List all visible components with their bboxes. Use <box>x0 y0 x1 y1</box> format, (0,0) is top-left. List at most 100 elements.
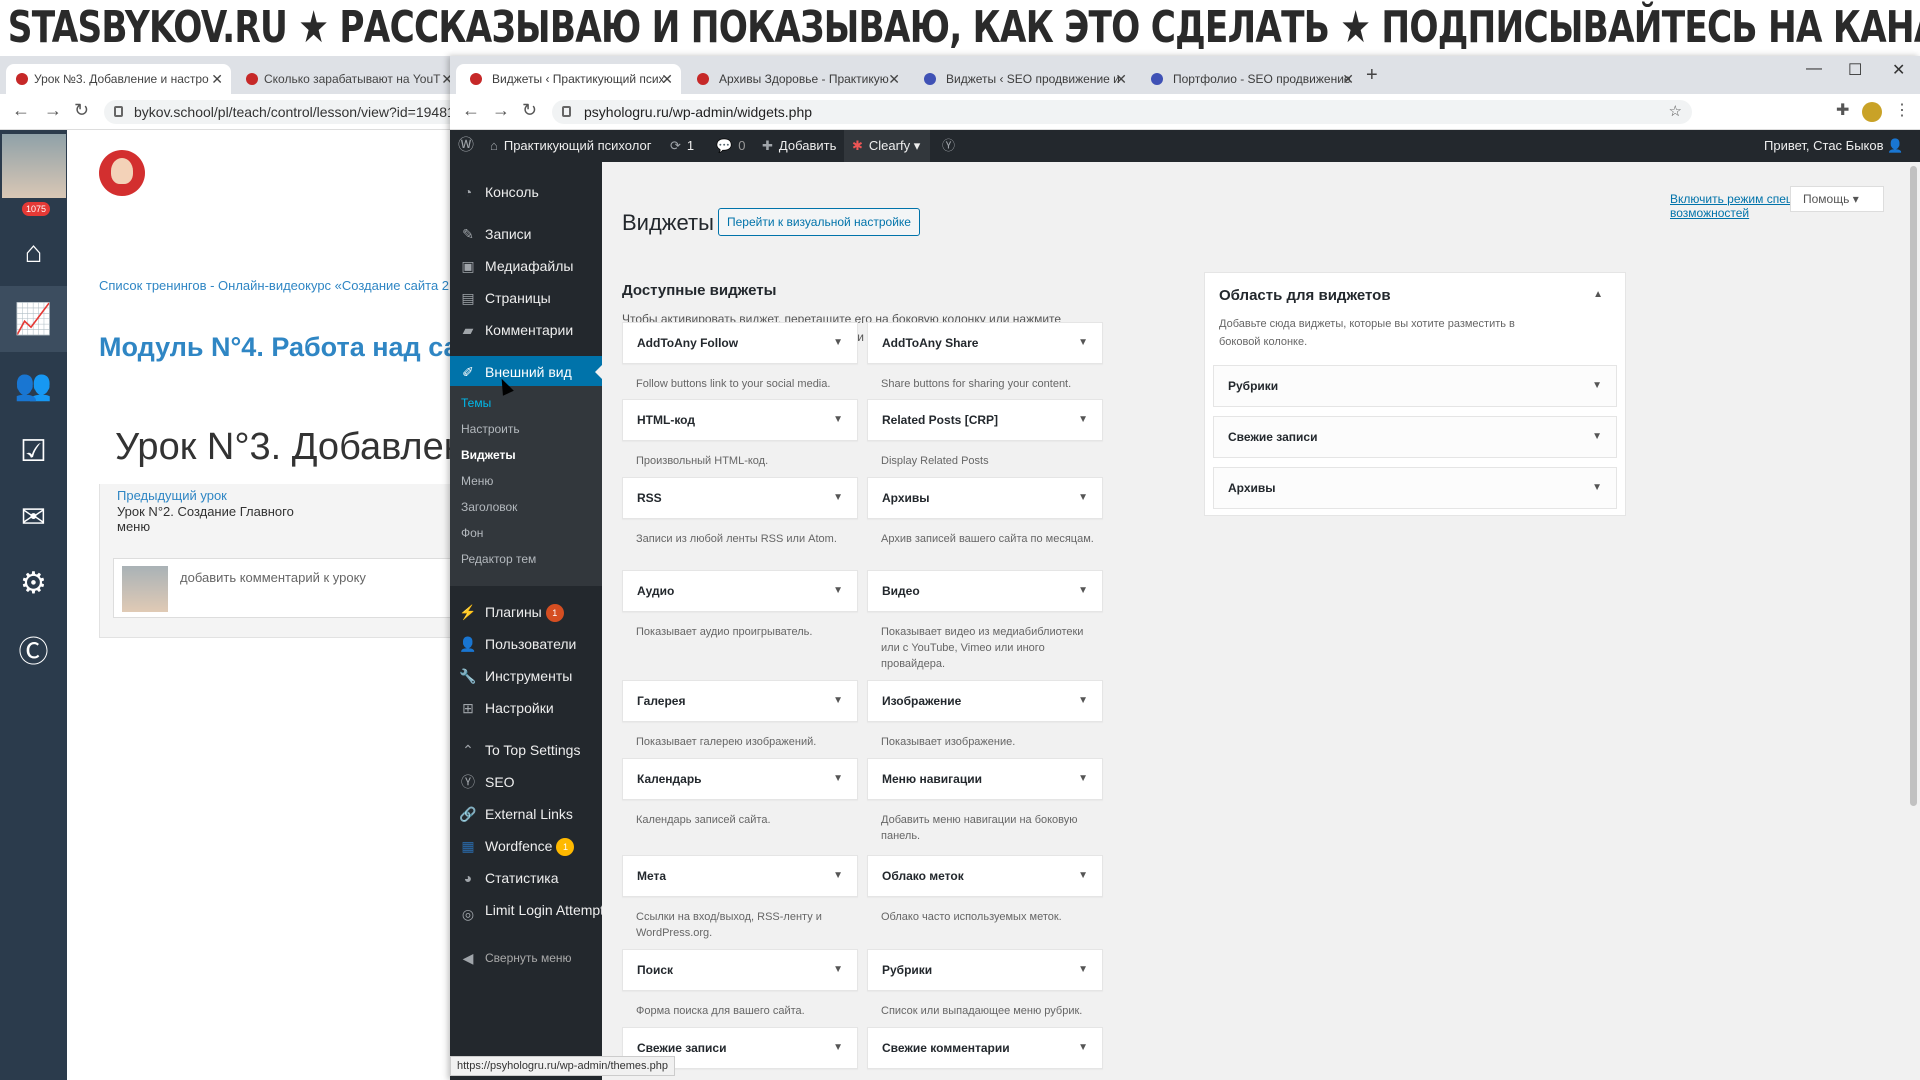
widget-item[interactable]: Облако меток ▼ <box>867 855 1103 897</box>
menu-external-links[interactable]: 🔗 External Links <box>450 798 602 830</box>
menu-settings[interactable]: ⊞ Настройки <box>450 692 602 724</box>
bg-tab-youtube[interactable]: Сколько зарабатывают на YouT ✕ <box>236 64 460 94</box>
expand-arrow-icon[interactable]: ▼ <box>833 950 843 990</box>
menu-users[interactable]: 👤 Пользователи <box>450 628 602 660</box>
school-logo[interactable] <box>99 150 145 196</box>
area-widget-archives[interactable]: Архивы ▼ <box>1213 467 1617 509</box>
menu-posts[interactable]: ✎ Записи <box>450 218 602 250</box>
settings-icon[interactable]: ⚙ <box>0 550 67 616</box>
menu-limit-login[interactable]: ◎ Limit Login Attempts <box>450 898 611 938</box>
chat-icon[interactable]: Ⓒ <box>0 616 67 682</box>
expand-arrow-icon[interactable]: ▼ <box>1078 759 1088 799</box>
expand-arrow-icon[interactable]: ▼ <box>1592 417 1602 457</box>
close-tab-icon[interactable]: ✕ <box>1115 64 1127 94</box>
submenu-widgets[interactable]: Виджеты <box>461 448 516 462</box>
expand-arrow-icon[interactable]: ▼ <box>833 571 843 611</box>
tasks-icon[interactable]: ☑ <box>0 418 67 484</box>
close-window-icon[interactable]: ✕ <box>1892 60 1905 80</box>
extensions-icon[interactable]: ✚ <box>1836 100 1849 120</box>
collapse-arrow-icon[interactable]: ▲ <box>1593 289 1603 300</box>
mail-icon[interactable]: ✉ <box>0 484 67 550</box>
add-new-link[interactable]: ✚ Добавить <box>762 130 836 162</box>
expand-arrow-icon[interactable]: ▼ <box>833 759 843 799</box>
widget-item[interactable]: Related Posts [CRP] ▼ <box>867 399 1103 441</box>
expand-arrow-icon[interactable]: ▼ <box>833 323 843 363</box>
menu-comments[interactable]: ▰ Комментарии <box>450 314 602 346</box>
reload-icon[interactable]: ↻ <box>74 100 89 121</box>
menu-media[interactable]: ▣ Медиафайлы <box>450 250 602 282</box>
menu-seo[interactable]: Ⓨ SEO <box>450 766 602 798</box>
scrollbar-thumb[interactable] <box>1910 166 1917 806</box>
submenu-header[interactable]: Заголовок <box>461 500 517 514</box>
minimize-icon[interactable]: — <box>1806 60 1822 78</box>
expand-arrow-icon[interactable]: ▼ <box>1078 571 1088 611</box>
widget-item[interactable]: Аудио ▼ <box>622 570 858 612</box>
comments-link[interactable]: 💬 0 <box>716 130 745 162</box>
lms-user-avatar[interactable] <box>2 134 66 198</box>
menu-appearance[interactable]: ✐ Внешний вид <box>450 356 602 388</box>
expand-arrow-icon[interactable]: ▼ <box>833 681 843 721</box>
expand-arrow-icon[interactable]: ▼ <box>833 856 843 896</box>
expand-arrow-icon[interactable]: ▼ <box>833 400 843 440</box>
site-name-link[interactable]: ⌂ Практикующий психолог <box>490 130 651 162</box>
widget-item[interactable]: Меню навигации ▼ <box>867 758 1103 800</box>
menu-dashboard[interactable]: ◔ Консоль <box>450 176 602 208</box>
customize-button[interactable]: Перейти к визуальной настройке <box>718 208 920 236</box>
expand-arrow-icon[interactable]: ▼ <box>1078 856 1088 896</box>
area-widget-categories[interactable]: Рубрики ▼ <box>1213 365 1617 407</box>
widget-item[interactable]: Изображение ▼ <box>867 680 1103 722</box>
bg-url-field[interactable]: bykov.school/pl/teach/control/lesson/vie… <box>104 100 460 124</box>
breadcrumb[interactable]: Список тренингов - Онлайн-видеокурс «Соз… <box>99 278 449 293</box>
menu-to-top[interactable]: ⌃ To Top Settings <box>450 734 602 766</box>
back-icon[interactable]: ← <box>462 100 480 121</box>
submenu-customize[interactable]: Настроить <box>461 422 520 436</box>
submenu-menus[interactable]: Меню <box>461 474 493 488</box>
expand-arrow-icon[interactable]: ▼ <box>1078 681 1088 721</box>
widget-item[interactable]: Видео ▼ <box>867 570 1103 612</box>
submenu-theme-editor[interactable]: Редактор тем <box>461 552 536 566</box>
prev-lesson-link[interactable]: Предыдущий урок <box>117 488 227 503</box>
page-scrollbar[interactable] <box>1907 162 1920 1080</box>
menu-tools[interactable]: 🔧 Инструменты <box>450 660 602 692</box>
widget-item[interactable]: Архивы ▼ <box>867 477 1103 519</box>
widget-item[interactable]: Рубрики ▼ <box>867 949 1103 991</box>
menu-statistics[interactable]: ◕ Статистика <box>450 862 602 894</box>
expand-arrow-icon[interactable]: ▼ <box>1078 1028 1088 1068</box>
prev-lesson-name[interactable]: Урок N°2. Создание Главного меню <box>117 504 297 534</box>
widget-item[interactable]: RSS ▼ <box>622 477 858 519</box>
clearfy-menu[interactable]: ✱ Clearfy ▾ <box>844 130 931 162</box>
wordpress-logo-icon[interactable]: Ⓦ <box>458 130 474 162</box>
menu-wordfence[interactable]: ▦ Wordfence 1 <box>450 830 602 862</box>
widget-item[interactable]: Галерея ▼ <box>622 680 858 722</box>
account-menu[interactable]: Привет, Стас Быков 👤 <box>1764 130 1903 162</box>
reload-icon[interactable]: ↻ <box>522 100 537 121</box>
collapse-menu[interactable]: ◀ Свернуть меню <box>450 942 602 974</box>
widget-item[interactable]: AddToAny Follow ▼ <box>622 322 858 364</box>
widget-item[interactable]: Мета ▼ <box>622 855 858 897</box>
area-widget-recent-posts[interactable]: Свежие записи ▼ <box>1213 416 1617 458</box>
profile-avatar[interactable] <box>1862 102 1882 122</box>
widget-item[interactable]: AddToAny Share ▼ <box>867 322 1103 364</box>
expand-arrow-icon[interactable]: ▼ <box>1078 478 1088 518</box>
close-tab-icon[interactable]: ✕ <box>888 64 900 94</box>
widget-item[interactable]: HTML-код ▼ <box>622 399 858 441</box>
yoast-icon[interactable]: Ⓨ <box>942 130 955 162</box>
forward-icon[interactable]: → <box>492 100 510 121</box>
expand-arrow-icon[interactable]: ▼ <box>1078 400 1088 440</box>
expand-arrow-icon[interactable]: ▼ <box>1592 366 1602 406</box>
home-icon[interactable]: ⌂ <box>0 220 67 286</box>
submenu-background[interactable]: Фон <box>461 526 483 540</box>
new-tab-button[interactable]: + <box>1366 64 1378 87</box>
url-field[interactable]: psyhologru.ru/wp-admin/widgets.php ☆ <box>552 100 1692 124</box>
menu-pages[interactable]: ▤ Страницы <box>450 282 602 314</box>
widget-item[interactable]: Поиск ▼ <box>622 949 858 991</box>
submenu-themes[interactable]: Темы <box>461 396 491 410</box>
menu-dots-icon[interactable]: ⋮ <box>1894 100 1910 120</box>
tab-portfolio[interactable]: Портфолио - SEO продвижение ✕ <box>1137 64 1362 94</box>
users-icon[interactable]: 👥 <box>0 352 67 418</box>
close-tab-icon[interactable]: ✕ <box>1342 64 1354 94</box>
expand-arrow-icon[interactable]: ▼ <box>833 478 843 518</box>
tab-widgets[interactable]: Виджеты ‹ Практикующий псих ✕ <box>456 64 681 94</box>
stats-icon[interactable]: 📈 <box>0 286 67 352</box>
comment-input[interactable]: добавить комментарий к уроку <box>180 570 366 585</box>
